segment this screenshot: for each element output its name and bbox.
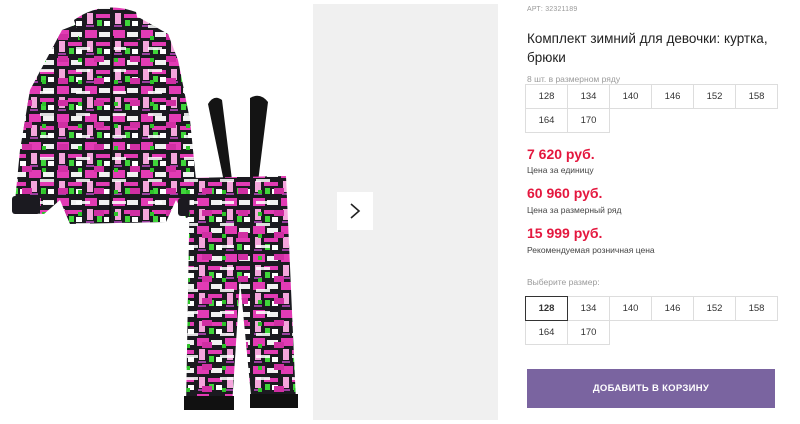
choose-size-label: Выберите размер: xyxy=(527,277,600,287)
unit-price: 7 620 руб. xyxy=(527,146,595,162)
size-row-grid: 128 134 140 146 152 158 164 170 xyxy=(525,84,778,133)
product-photo[interactable] xyxy=(0,0,312,424)
size-selector: 128 134 140 146 152 158 164 170 xyxy=(525,296,778,345)
size-row-cell: 164 xyxy=(525,108,568,133)
size-row-cell: 170 xyxy=(567,108,610,133)
size-option-170[interactable]: 170 xyxy=(567,320,610,345)
chevron-right-icon xyxy=(350,203,361,219)
size-row-cell: 134 xyxy=(567,84,610,109)
size-row-cell: 158 xyxy=(735,84,778,109)
size-option-134[interactable]: 134 xyxy=(567,296,610,321)
size-row-note: 8 шт. в размерном ряду xyxy=(527,74,621,84)
size-option-158[interactable]: 158 xyxy=(735,296,778,321)
retail-price-label: Рекомендуемая розничная цена xyxy=(527,245,655,255)
add-to-cart-button[interactable]: ДОБАВИТЬ В КОРЗИНУ xyxy=(527,369,775,408)
row-price: 60 960 руб. xyxy=(527,185,603,201)
retail-price: 15 999 руб. xyxy=(527,225,603,241)
size-option-146[interactable]: 146 xyxy=(651,296,694,321)
size-row-cell: 128 xyxy=(525,84,568,109)
size-row-cell: 152 xyxy=(693,84,736,109)
size-option-164[interactable]: 164 xyxy=(525,320,568,345)
size-row-cell: 146 xyxy=(651,84,694,109)
size-option-128[interactable]: 128 xyxy=(525,296,568,321)
size-option-152[interactable]: 152 xyxy=(693,296,736,321)
product-gallery xyxy=(0,0,500,424)
row-price-label: Цена за размерный ряд xyxy=(527,205,622,215)
size-row-cell: 140 xyxy=(609,84,652,109)
gallery-next-button[interactable] xyxy=(337,192,373,230)
winter-suit-image xyxy=(12,7,298,410)
size-option-140[interactable]: 140 xyxy=(609,296,652,321)
unit-price-label: Цена за единицу xyxy=(527,165,594,175)
article-number: АРТ: 32321189 xyxy=(527,6,578,13)
product-title: Комплект зимний для девочки: куртка, брю… xyxy=(527,31,768,65)
